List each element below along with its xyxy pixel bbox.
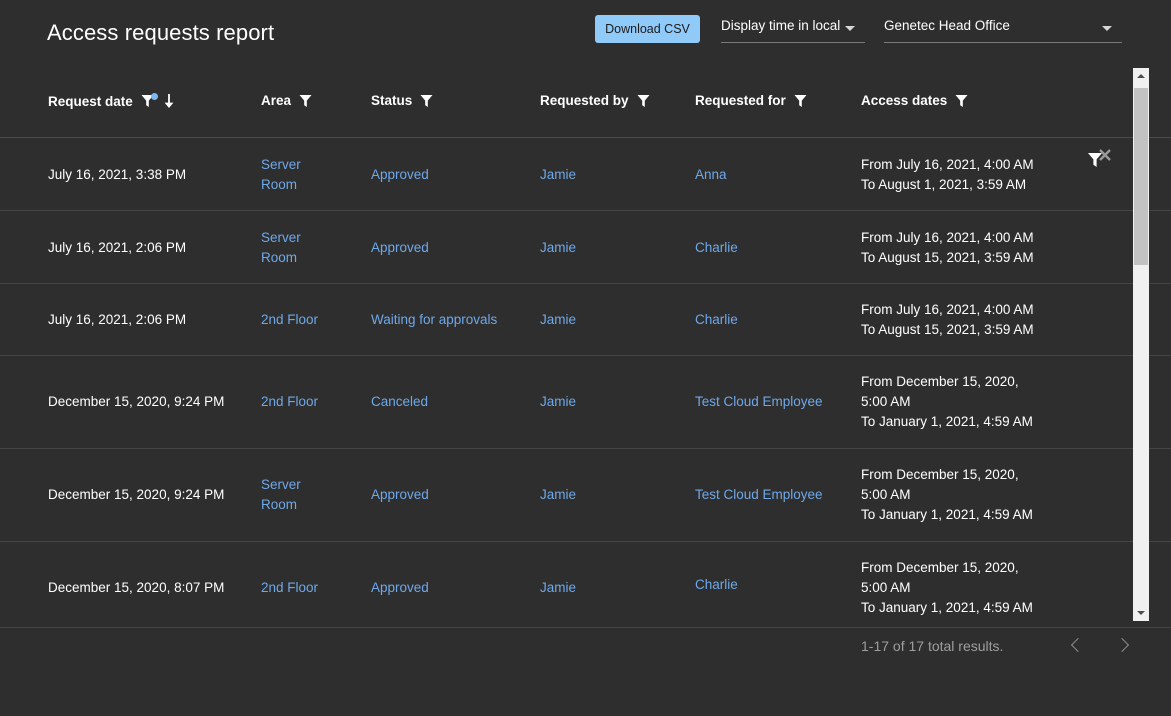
cell-access-dates: From December 15, 2020, 5:00 AMTo Januar… — [861, 465, 1021, 525]
cell-area-link[interactable]: 2nd Floor — [261, 310, 351, 330]
next-page-button[interactable] — [1110, 632, 1138, 660]
column-header-label: Requested for — [695, 93, 786, 108]
column-header-requested-for[interactable]: Requested for — [695, 93, 807, 108]
table-row: December 15, 2020, 9:24 PM Server Room App… — [0, 449, 1171, 542]
table-row: July 16, 2021, 3:38 PM Server Room Approve… — [0, 138, 1171, 211]
cell-request-date: July 16, 2021, 2:06 PM — [48, 238, 248, 258]
table-row: July 16, 2021, 2:06 PM 2nd Floor Waiting f… — [0, 284, 1171, 356]
column-header-access-dates[interactable]: Access dates — [861, 93, 968, 108]
table-row: July 16, 2021, 2:06 PM Server Room Approve… — [0, 211, 1171, 284]
cell-requested-by-link[interactable]: Jamie — [540, 578, 660, 598]
cell-access-dates: From December 15, 2020, 5:00 AMTo Januar… — [861, 558, 1021, 618]
results-count-label: 1-17 of 17 total results. — [861, 638, 1003, 654]
chevron-down-icon — [1102, 26, 1112, 31]
cell-access-dates: From July 16, 2021, 4:00 AMTo August 1, … — [861, 155, 1111, 195]
access-date-from: From December 15, 2020, 5:00 AM — [861, 558, 1021, 598]
table-footer: 1-17 of 17 total results. — [0, 628, 1171, 673]
page-title: Access requests report — [47, 20, 274, 46]
filter-funnel-icon[interactable] — [794, 94, 807, 108]
cell-area-link[interactable]: 2nd Floor — [261, 392, 351, 412]
scroll-down-arrow-icon[interactable] — [1133, 605, 1149, 621]
site-select-value: Genetec Head Office — [884, 18, 1010, 33]
filter-funnel-icon[interactable] — [955, 94, 968, 108]
column-header-status[interactable]: Status — [371, 93, 433, 108]
site-select[interactable]: Genetec Head Office — [884, 14, 1122, 43]
filter-funnel-icon[interactable] — [141, 94, 154, 108]
cell-status-link[interactable]: Approved — [371, 165, 521, 185]
access-date-to: To January 1, 2021, 4:59 AM — [861, 598, 1021, 618]
time-display-select[interactable]: Display time in local — [721, 14, 865, 43]
column-header-label: Request date — [48, 94, 133, 109]
cell-request-date: July 16, 2021, 3:38 PM — [48, 165, 248, 185]
cell-request-date: December 15, 2020, 9:24 PM — [48, 485, 248, 505]
cell-status-link[interactable]: Canceled — [371, 392, 521, 412]
cell-access-dates: From December 15, 2020, 5:00 AMTo Januar… — [861, 372, 1021, 432]
cell-requested-for-link[interactable]: Test Cloud Employee — [695, 485, 845, 505]
column-header-requested-by[interactable]: Requested by — [540, 93, 650, 108]
scroll-up-arrow-icon[interactable] — [1133, 68, 1149, 84]
table-row: December 15, 2020, 8:07 PM 2nd Floor Appro… — [0, 542, 1171, 628]
cell-access-dates: From July 16, 2021, 4:00 AMTo August 15,… — [861, 228, 1111, 268]
cell-request-date: July 16, 2021, 2:06 PM — [48, 310, 248, 330]
cell-area-link[interactable]: Server Room — [261, 155, 316, 195]
scrollbar-thumb[interactable] — [1134, 88, 1148, 265]
cell-request-date: December 15, 2020, 8:07 PM — [48, 578, 248, 598]
cell-status-link[interactable]: Approved — [371, 238, 521, 258]
cell-status-link[interactable]: Approved — [371, 578, 521, 598]
filter-funnel-icon[interactable] — [637, 94, 650, 108]
column-header-area[interactable]: Area — [261, 93, 312, 108]
cell-status-link[interactable]: Approved — [371, 485, 521, 505]
access-requests-report-page: Access requests report Download CSV Disp… — [0, 0, 1171, 716]
access-date-from: From December 15, 2020, 5:00 AM — [861, 372, 1021, 412]
access-date-to: To August 15, 2021, 3:59 AM — [861, 320, 1111, 340]
access-date-from: From July 16, 2021, 4:00 AM — [861, 228, 1111, 248]
access-date-to: To January 1, 2021, 4:59 AM — [861, 412, 1021, 432]
access-date-to: To August 15, 2021, 3:59 AM — [861, 248, 1111, 268]
cell-requested-by-link[interactable]: Jamie — [540, 238, 660, 258]
cell-area-link[interactable]: Server Room — [261, 475, 316, 515]
column-header-label: Area — [261, 93, 291, 108]
download-csv-button[interactable]: Download CSV — [595, 15, 700, 43]
requests-table: Request date Area Status — [0, 62, 1171, 628]
chevron-right-icon — [1115, 638, 1129, 652]
cell-requested-for-link[interactable]: Test Cloud Employee — [695, 392, 845, 412]
sort-descending-arrow-icon[interactable] — [162, 93, 176, 109]
cell-requested-by-link[interactable]: Jamie — [540, 392, 660, 412]
column-header-label: Requested by — [540, 93, 629, 108]
cell-requested-by-link[interactable]: Jamie — [540, 165, 660, 185]
access-date-from: From December 15, 2020, 5:00 AM — [861, 465, 1021, 505]
filter-funnel-icon[interactable] — [299, 94, 312, 108]
cell-requested-by-link[interactable]: Jamie — [540, 485, 660, 505]
cell-area-link[interactable]: 2nd Floor — [261, 578, 351, 598]
chevron-left-icon — [1071, 638, 1085, 652]
column-header-label: Access dates — [861, 93, 947, 108]
table-body: July 16, 2021, 3:38 PM Server Room Approve… — [0, 138, 1171, 628]
column-header-request-date[interactable]: Request date — [48, 93, 176, 109]
filter-funnel-icon[interactable] — [420, 94, 433, 108]
filter-active-indicator-dot — [151, 93, 158, 100]
cell-area-link[interactable]: Server Room — [261, 228, 316, 268]
cell-requested-for-link[interactable]: Charlie — [695, 575, 845, 595]
cell-status-link[interactable]: Waiting for approvals — [371, 310, 521, 330]
table-header-row: Request date Area Status — [0, 62, 1171, 138]
access-date-to: To August 1, 2021, 3:59 AM — [861, 175, 1111, 195]
table-row: December 15, 2020, 9:24 PM 2nd Floor Cance… — [0, 356, 1171, 449]
cell-requested-for-link[interactable]: Anna — [695, 165, 845, 185]
cell-access-dates: From July 16, 2021, 4:00 AMTo August 15,… — [861, 300, 1111, 340]
vertical-scrollbar[interactable] — [1133, 68, 1149, 621]
column-header-label: Status — [371, 93, 412, 108]
cell-requested-by-link[interactable]: Jamie — [540, 310, 660, 330]
page-header: Access requests report Download CSV Disp… — [0, 0, 1171, 62]
cell-requested-for-link[interactable]: Charlie — [695, 238, 845, 258]
access-date-from: From July 16, 2021, 4:00 AM — [861, 155, 1111, 175]
access-date-from: From July 16, 2021, 4:00 AM — [861, 300, 1111, 320]
cell-requested-for-link[interactable]: Charlie — [695, 310, 845, 330]
chevron-down-icon — [845, 26, 855, 31]
access-date-to: To January 1, 2021, 4:59 AM — [861, 505, 1021, 525]
time-display-select-value: Display time in local — [721, 18, 840, 33]
previous-page-button[interactable] — [1062, 632, 1090, 660]
cell-request-date: December 15, 2020, 9:24 PM — [48, 392, 248, 412]
